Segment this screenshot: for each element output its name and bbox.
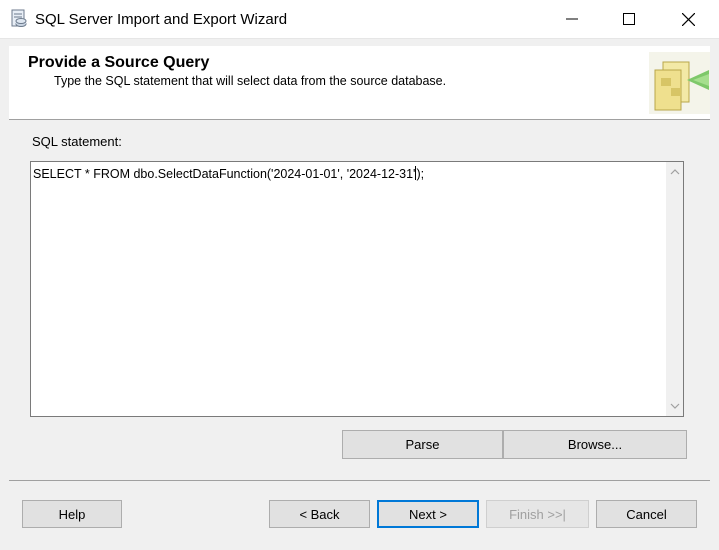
window-title: SQL Server Import and Export Wizard bbox=[35, 11, 288, 28]
page-title: Provide a Source Query bbox=[28, 54, 210, 71]
minimize-button[interactable] bbox=[543, 0, 601, 38]
footer-divider bbox=[9, 480, 710, 481]
wizard-app-icon bbox=[11, 9, 27, 27]
sql-text-before-caret: SELECT * FROM dbo.SelectDataFunction('20… bbox=[33, 167, 416, 181]
help-button[interactable]: Help bbox=[22, 500, 122, 528]
cancel-button[interactable]: Cancel bbox=[596, 500, 697, 528]
page-subtitle: Type the SQL statement that will select … bbox=[54, 74, 447, 88]
close-icon bbox=[681, 12, 695, 26]
maximize-icon bbox=[623, 13, 635, 25]
sql-statement-text: SELECT * FROM dbo.SelectDataFunction('20… bbox=[33, 166, 424, 181]
close-button[interactable] bbox=[659, 0, 717, 38]
vertical-scrollbar[interactable] bbox=[666, 162, 683, 416]
wizard-header-icon bbox=[649, 52, 710, 114]
scroll-down-button[interactable] bbox=[667, 398, 683, 414]
wizard-header: Provide a Source Query Type the SQL stat… bbox=[9, 46, 710, 120]
sql-statement-textarea[interactable]: SELECT * FROM dbo.SelectDataFunction('20… bbox=[30, 161, 684, 417]
browse-button[interactable]: Browse... bbox=[503, 430, 687, 459]
chevron-up-icon bbox=[670, 169, 680, 175]
finish-button[interactable]: Finish >>| bbox=[486, 500, 589, 528]
parse-button[interactable]: Parse bbox=[342, 430, 503, 459]
maximize-button[interactable] bbox=[600, 0, 658, 38]
sql-statement-label: SQL statement: bbox=[32, 134, 122, 149]
title-bar: SQL Server Import and Export Wizard bbox=[0, 0, 719, 39]
sql-text-after-caret: ); bbox=[416, 167, 425, 181]
minimize-icon bbox=[566, 18, 578, 20]
scroll-up-button[interactable] bbox=[667, 164, 683, 180]
next-button[interactable]: Next > bbox=[377, 500, 479, 528]
chevron-down-icon bbox=[670, 403, 680, 409]
back-button[interactable]: < Back bbox=[269, 500, 370, 528]
